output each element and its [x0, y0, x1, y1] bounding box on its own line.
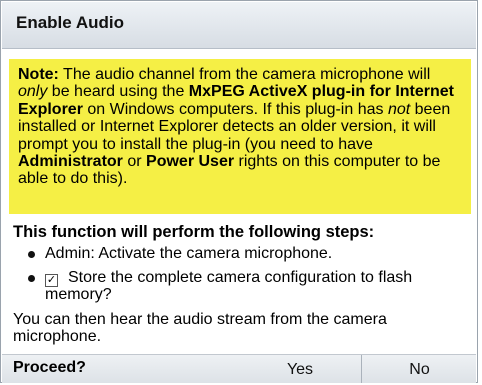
yes-button[interactable]: Yes	[239, 355, 362, 383]
bullet-icon	[28, 275, 35, 282]
enable-audio-dialog: Enable Audio Note: The audio channel fro…	[0, 0, 478, 383]
store-config-checkbox[interactable]: ✓	[45, 274, 58, 287]
step-text: Admin: Activate the camera microphone.	[45, 245, 333, 262]
note-text-5: or	[122, 153, 147, 171]
proceed-label: Proceed?	[13, 359, 86, 376]
no-button[interactable]: No	[362, 355, 477, 383]
note-text-1: The audio channel from the camera microp…	[58, 66, 431, 83]
step-store-configuration: ✓ Store the complete camera configuration…	[28, 269, 465, 303]
dialog-footer: Proceed? Yes No	[2, 354, 476, 383]
note-power-user: Power User	[146, 153, 235, 171]
note-label: Note:	[18, 66, 59, 83]
note-administrator: Administrator	[18, 153, 123, 171]
note-text-2: be heard using the	[47, 83, 189, 101]
step-activate-microphone: Admin: Activate the camera microphone.	[28, 245, 333, 262]
note-not: not	[387, 100, 411, 118]
dialog-title-bar: Enable Audio	[2, 2, 476, 49]
note-text-3: on Windows computers. If this plug-in ha…	[82, 100, 388, 118]
dialog-title: Enable Audio	[16, 13, 124, 32]
note-box: Note: The audio channel from the camera …	[9, 59, 471, 214]
steps-heading: This function will perform the following…	[13, 223, 375, 241]
bullet-icon	[28, 251, 35, 258]
info-text: You can then hear the audio stream from …	[13, 311, 387, 345]
step-text: Store the complete camera configuration …	[45, 269, 413, 303]
note-only: only	[18, 83, 48, 101]
